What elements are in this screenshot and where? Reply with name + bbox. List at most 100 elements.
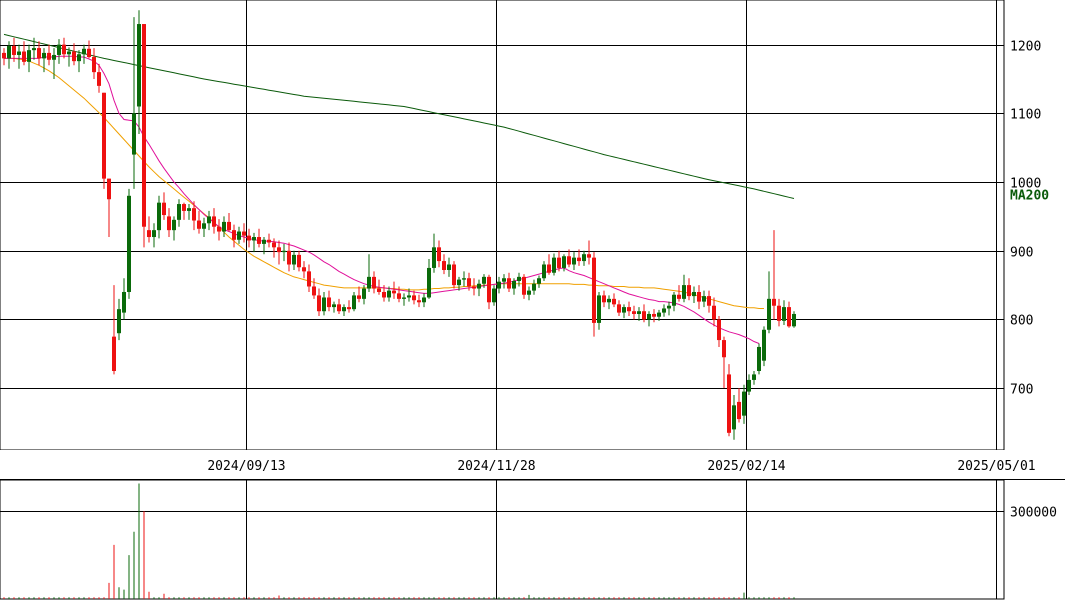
candle-down — [2, 52, 6, 59]
candle-up — [127, 195, 131, 292]
candle-up — [542, 264, 546, 279]
candle-up — [582, 254, 586, 262]
candle-down — [632, 311, 636, 314]
candle-up — [152, 230, 156, 238]
candle-up — [82, 48, 86, 55]
candle-up — [132, 113, 136, 155]
candle-down — [212, 216, 216, 227]
candle-down — [567, 256, 571, 265]
candle-up — [427, 267, 431, 298]
candle-up — [342, 307, 346, 312]
candle-down — [347, 307, 351, 310]
candle-up — [637, 311, 641, 314]
candle-down — [557, 257, 561, 268]
candle-up — [657, 312, 661, 317]
candle-down — [192, 208, 196, 221]
price-tick-label: 700 — [1010, 383, 1033, 398]
candle-down — [302, 267, 306, 272]
price-tick-label: 1200 — [1010, 40, 1041, 55]
candle-up — [262, 239, 266, 244]
volume-panel: 300000 — [0, 479, 1057, 600]
candle-up — [482, 276, 486, 284]
candle-down — [317, 295, 321, 312]
candle-up — [282, 250, 286, 253]
candle-up — [362, 288, 366, 299]
candle-up — [432, 247, 436, 268]
candle-down — [12, 46, 16, 55]
candle-up — [322, 297, 326, 312]
candle-up — [597, 295, 601, 323]
candle-down — [327, 297, 331, 308]
candle-down — [772, 298, 776, 306]
volume-plot-frame — [0, 479, 1005, 600]
candle-down — [147, 230, 151, 238]
candle-up — [402, 297, 406, 299]
date-tick-label: 2024/11/28 — [457, 459, 535, 474]
candle-up — [752, 374, 756, 380]
candle-down — [267, 239, 271, 243]
candle-up — [117, 309, 121, 334]
candle-up — [447, 264, 451, 270]
candle-down — [612, 298, 616, 305]
candle-up — [367, 276, 371, 289]
candle-up — [77, 54, 81, 62]
candle-down — [787, 307, 791, 327]
candle-down — [577, 257, 581, 262]
candle-up — [407, 295, 411, 298]
candle-up — [222, 221, 226, 232]
candle-down — [522, 276, 526, 295]
moving-average-labels: MA200MA75MA25 — [1010, 0, 1049, 204]
candle-up — [732, 405, 736, 430]
candle-down — [722, 340, 726, 358]
candle-down — [487, 276, 491, 303]
candle-down — [617, 304, 621, 313]
candle-up — [292, 254, 296, 265]
candle-down — [307, 271, 311, 287]
volume-axis-ticks: 300000 — [1010, 506, 1057, 521]
stock-chart: 120011001000900800700 MA200MA75MA25 2024… — [0, 0, 1065, 600]
candle-up — [17, 51, 21, 55]
candle-up — [762, 329, 766, 361]
candle-down — [227, 221, 231, 231]
candle-up — [607, 298, 611, 303]
candle-down — [712, 305, 716, 320]
candle-up — [537, 278, 541, 284]
price-panel: 120011001000900800700 MA200MA75MA25 — [0, 0, 1049, 451]
candle-down — [642, 311, 646, 320]
candle-down — [112, 336, 116, 371]
candle-up — [757, 346, 761, 371]
candle-down — [92, 57, 96, 73]
candle-up — [67, 51, 71, 55]
date-tick-label: 2025/02/14 — [707, 459, 785, 474]
candle-down — [272, 242, 276, 248]
candle-down — [697, 291, 701, 302]
candle-up — [492, 288, 496, 303]
candle-up — [747, 379, 751, 392]
candle-down — [602, 295, 606, 303]
candle-down — [707, 296, 711, 306]
date-tick-label: 2025/05/01 — [957, 459, 1035, 474]
candle-down — [297, 254, 301, 268]
candle-up — [742, 391, 746, 416]
candle-up — [682, 285, 686, 299]
candle-down — [717, 319, 721, 341]
candle-down — [142, 24, 146, 227]
candle-up — [562, 256, 566, 268]
candle-down — [687, 285, 691, 297]
candle-up — [42, 52, 46, 59]
candle-down — [587, 254, 591, 258]
candle-up — [512, 280, 516, 289]
candle-down — [507, 278, 511, 289]
ma200-label: MA200 — [1010, 189, 1049, 204]
candle-down — [472, 286, 476, 289]
candle-down — [287, 250, 291, 265]
candle-up — [237, 231, 241, 240]
candle-down — [62, 44, 66, 55]
candle-down — [22, 51, 26, 62]
candle-down — [382, 291, 386, 298]
candle-up — [532, 283, 536, 291]
candle-down — [437, 247, 441, 262]
candle-down — [467, 278, 471, 287]
candle-up — [672, 294, 676, 306]
price-tick-label: 800 — [1010, 314, 1033, 329]
